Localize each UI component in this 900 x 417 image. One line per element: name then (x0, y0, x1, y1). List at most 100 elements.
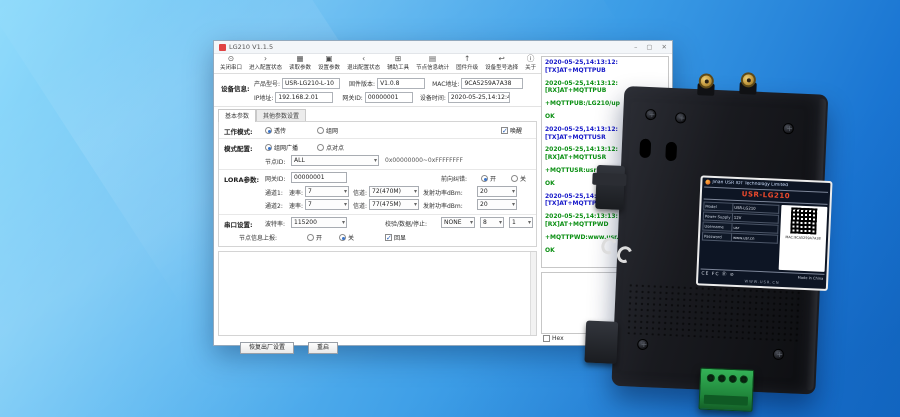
log-line: 2020-05-25,14:13:12: (545, 59, 665, 67)
node-id-range-hint: 0x00000000~0xFFFFFFFF (385, 157, 463, 164)
toolbar-enter-config[interactable]: ›进入配置状态 (249, 55, 282, 71)
device-body: Jinan USR IOT Technology Limited USR-LG2… (611, 86, 828, 395)
baud-select[interactable]: 115200 (291, 217, 347, 228)
serial-port-icon: ⊙ (228, 55, 234, 63)
tools-icon: ⊞ (395, 55, 401, 63)
terminal-hole (706, 374, 714, 382)
report-on-radio[interactable]: 开 (307, 233, 322, 242)
toolbar-read-params[interactable]: ▦读取参数 (289, 55, 311, 71)
databits-select[interactable]: 8 (480, 217, 504, 228)
close-button[interactable]: ✕ (662, 43, 667, 51)
firmware-value: V1.0.8 (377, 78, 425, 89)
parity-select[interactable]: NONE (441, 217, 475, 228)
toolbar: ⊙关闭串口 ›进入配置状态 ▦读取参数 ▣设置参数 ‹退出配置状态 ⊞辅助工具 … (214, 54, 541, 74)
broadcast-radio[interactable]: 组网广播 (265, 143, 298, 152)
ip-value: 192.168.2.01 (275, 92, 333, 103)
radio-icon (511, 175, 518, 182)
mount-slot (665, 142, 677, 161)
usr-lg210-device-photo: Jinan USR IOT Technology Limited USR-LG2… (581, 69, 847, 406)
work-mode-network-radio[interactable]: 组网 (317, 126, 338, 135)
made-in: Made in China (798, 276, 824, 281)
channel1-label: 通道1: (265, 188, 283, 197)
work-mode-group: 工作模式: 透传 组网 唤醒 (219, 122, 536, 139)
mac-label: MAC地址: (432, 79, 459, 88)
channel1-freq-select[interactable]: 72(470M) (369, 186, 419, 197)
din-rail-clip (595, 165, 625, 210)
factory-reset-button[interactable]: 恢复出厂设置 (240, 342, 294, 354)
work-mode-transparent-radio[interactable]: 透传 (265, 126, 286, 135)
stopbits-select[interactable]: 1 (509, 217, 533, 228)
node-report-label: 节点信息上报: (239, 233, 277, 242)
parity-data-stop-label: 校验/数据/停止: (385, 219, 427, 228)
window-title: LG210 V1.1.5 (229, 43, 273, 51)
serial-settings-group: 串口设置: 波特率: 115200 校验/数据/停止: NONE 8 1 节点信… (219, 215, 536, 246)
screw-icon (645, 109, 656, 120)
hex-checkbox[interactable] (543, 335, 550, 342)
qr-code (790, 207, 817, 234)
channel1-power-select[interactable]: 20 (477, 186, 517, 197)
radio-icon (307, 234, 314, 241)
fec-label: 前向纠错: (441, 174, 467, 183)
vent-texture (626, 282, 804, 342)
screw-icon (773, 349, 784, 360)
lora-params-group: LORA参数: 网关ID: 00000001 前向纠错: 开 关 通道1: 速率… (219, 170, 536, 215)
device-label: Jinan USR IOT Technology Limited USR-LG2… (696, 175, 833, 291)
radio-icon (317, 144, 324, 151)
checkbox-icon (385, 234, 392, 241)
channel2-power-select[interactable]: 20 (477, 199, 517, 210)
channel1-rate-select[interactable]: 7 (305, 186, 349, 197)
maximize-button[interactable]: ▢ (646, 43, 652, 51)
channel2-rate-select[interactable]: 7 (305, 199, 349, 210)
fec-off-radio[interactable]: 关 (511, 174, 526, 183)
p2p-radio[interactable]: 点对点 (317, 143, 344, 152)
settings-panel: 工作模式: 透传 组网 唤醒 模式配置: 组网广播 点对点 节点ID: ALL … (218, 121, 537, 247)
terminal-hole (739, 375, 747, 383)
toolbar-node-stats[interactable]: ▤节点信息统计 (416, 55, 449, 71)
node-id-select[interactable]: ALL (291, 155, 379, 166)
toolbar-exit-config[interactable]: ‹退出配置状态 (347, 55, 380, 71)
minimize-button[interactable]: – (634, 43, 637, 51)
toolbar-aux-tools[interactable]: ⊞辅助工具 (387, 55, 409, 71)
lora-gateway-id-label: 网关ID: (265, 174, 285, 183)
mac-value: 9CA5259A7A38 (461, 78, 523, 89)
brand-text: Jinan USR IOT Technology Limited (712, 180, 788, 188)
restart-button[interactable]: 重启 (308, 342, 338, 354)
gateway-id-label: 网关ID: (342, 93, 362, 102)
toolbar-about[interactable]: ⓘ关于 (525, 55, 536, 71)
screw-icon (637, 339, 648, 350)
mode-config-title: 模式配置: (224, 143, 253, 153)
echo-checkbox[interactable]: 回显 (385, 233, 406, 242)
power-terminal-block (698, 368, 754, 412)
wake-checkbox[interactable]: 唤醒 (501, 126, 522, 135)
rate-label: 速率: (289, 188, 303, 197)
node-id-label: 节点ID: (265, 157, 285, 166)
message-area (218, 251, 537, 336)
exit-icon: ‹ (362, 55, 365, 63)
upgrade-icon: ↑ (464, 55, 470, 63)
radio-icon (481, 175, 488, 182)
ip-label: IP地址: (254, 93, 273, 102)
device-info-title: 设备信息: (221, 83, 250, 93)
info-icon: ⓘ (527, 55, 535, 63)
device-info-section: 设备信息: 产品型号: USR-LG210-L-10 固件版本: V1.0.8 … (214, 74, 541, 107)
toolbar-model-select[interactable]: ↩设备型号选择 (485, 55, 518, 71)
channel2-freq-select[interactable]: 77(475M) (369, 199, 419, 210)
terminal-hole (717, 374, 725, 382)
toolbar-firmware-upgrade[interactable]: ↑固件升级 (456, 55, 478, 71)
tab-basic-params[interactable]: 基本参数 (218, 109, 256, 122)
fec-on-radio[interactable]: 开 (481, 174, 496, 183)
din-rail-clip (584, 321, 618, 364)
device-time-value: 2020-05-25,14:12:40 (448, 92, 510, 103)
radio-icon (265, 144, 272, 151)
radio-icon (339, 234, 346, 241)
lora-params-title: LORA参数: (224, 174, 259, 184)
toolbar-set-params[interactable]: ▣设置参数 (318, 55, 340, 71)
hex-option[interactable]: Hex (543, 335, 564, 342)
toolbar-close-serial[interactable]: ⊙关闭串口 (220, 55, 242, 71)
screw-icon (675, 112, 686, 123)
label-spec-table: ModelUSR-LG210 Power Supply12V Usernameu… (701, 202, 780, 270)
title-bar: LG210 V1.1.5 – ▢ ✕ (214, 41, 672, 54)
radio-icon (317, 127, 324, 134)
lora-gateway-id-input[interactable]: 00000001 (291, 172, 347, 183)
report-off-radio[interactable]: 关 (339, 233, 354, 242)
